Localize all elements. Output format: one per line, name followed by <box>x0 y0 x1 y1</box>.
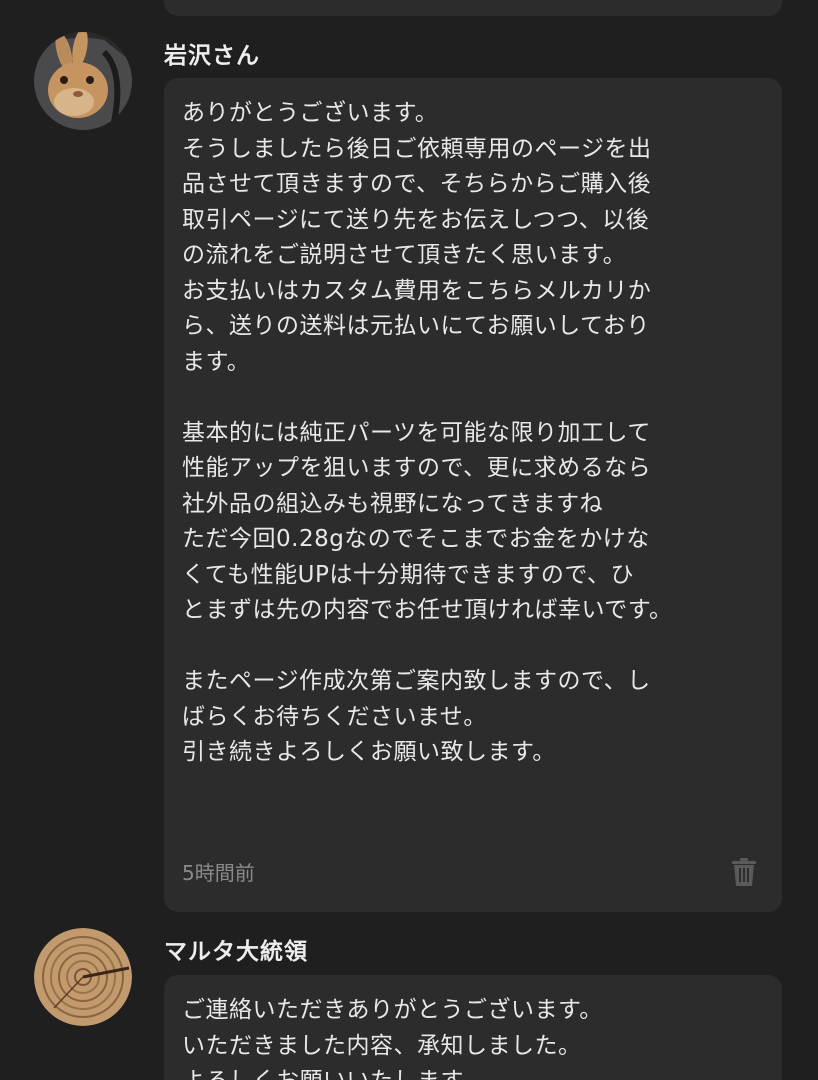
message-line: そうしましたら後日ご依頼専用のページを出 <box>182 135 652 162</box>
previous-message-bubble <box>164 0 782 16</box>
message-line: くても性能UPは十分期待できますので、ひ <box>182 561 634 588</box>
message-line: ご連絡いただきありがとうございます。 <box>182 997 603 1023</box>
rabbit-avatar-icon[interactable] <box>34 32 132 130</box>
message-line: ありがとうございます。 <box>182 100 439 126</box>
message-line: 性能アップを狙いますので、更に求めるなら <box>182 455 652 481</box>
message-bubble: ありがとうございます。そうしましたら後日ご依頼専用のページを出 品させて頂きますの… <box>164 78 782 912</box>
message-line: ただ今回0.28gなのでそこまでお金をかけな <box>182 526 650 552</box>
wood-slice-avatar-icon[interactable] <box>34 928 132 1026</box>
message-line: 基本的には純正パーツを可能な限り加工して <box>182 419 651 446</box>
message-line: とまずは先の内容でお任せ頂ければ幸いです。 <box>182 597 673 623</box>
message-line: ら、送りの送料は元払いにてお願いしており <box>182 313 650 339</box>
message-line <box>182 629 764 665</box>
message-line <box>182 380 764 416</box>
message-line: ます。 <box>182 348 251 375</box>
message-bubble: ご連絡いただきありがとうございます。いただきました内容、承知しました。よろしくお… <box>164 975 782 1080</box>
message-line: またページ作成次第ご案内致しますので、し <box>182 668 651 694</box>
sender-name[interactable]: 岩沢さん <box>164 36 260 70</box>
message-text: ありがとうございます。そうしましたら後日ご依頼専用のページを出 品させて頂きますの… <box>182 96 764 771</box>
message-line: 取引ページにて送り先をお伝えしつつ、以後 <box>182 206 650 233</box>
sender-name[interactable]: マルタ大統領 <box>164 932 308 966</box>
message-line: よろしくお願いいたします。 <box>182 1064 764 1080</box>
message-line: いただきました内容、承知しました。 <box>182 1032 582 1059</box>
message-text: ご連絡いただきありがとうございます。いただきました内容、承知しました。よろしくお… <box>182 993 764 1080</box>
message-timestamp: 5時間前 <box>182 861 255 885</box>
message-line: お支払いはカスタム費用をこちらメルカリか <box>182 277 652 304</box>
message-line: 引き続きよろしくお願い致します。 <box>182 739 556 765</box>
message-line: ばらくお待ちくださいませ。 <box>182 703 487 730</box>
message-line: 社外品の組込みも視野になってきますね <box>182 490 604 517</box>
message-line: の流れをご説明させて頂きたく思います。 <box>182 242 627 268</box>
message-line: 品させて頂きますので、そちらからご購入後 <box>182 171 652 197</box>
trash-icon[interactable] <box>732 858 756 886</box>
